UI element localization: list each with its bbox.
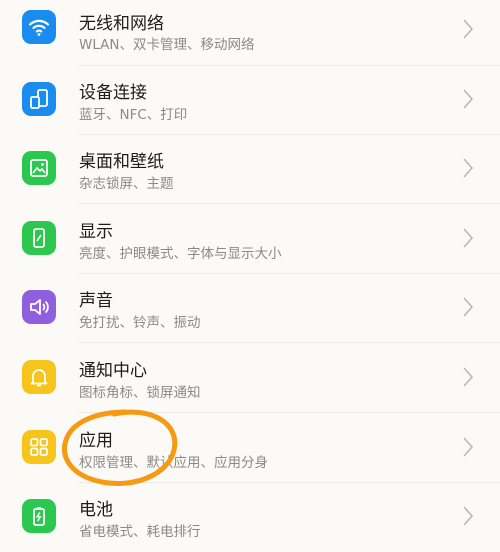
chevron-right-icon — [463, 367, 474, 387]
chevron-right-icon — [463, 437, 474, 457]
settings-item-title: 声音 — [79, 291, 113, 311]
settings-item-notification-center[interactable]: 通知中心 图标角标、锁屏通知 — [0, 346, 500, 412]
settings-item-title: 设备连接 — [79, 83, 147, 103]
settings-item-subtitle: 省电模式、耗电排行 — [79, 524, 201, 540]
chevron-right-icon — [463, 158, 474, 178]
apps-grid-icon — [22, 430, 56, 464]
settings-item-desktop-wallpaper[interactable]: 桌面和壁纸 杂志锁屏、主题 — [0, 137, 500, 203]
settings-item-display[interactable]: 显示 亮度、护眼模式、字体与显示大小 — [0, 207, 500, 273]
divider — [79, 342, 500, 343]
wifi-icon — [22, 10, 56, 44]
device-connection-icon — [22, 82, 56, 116]
divider — [79, 134, 500, 135]
settings-item-sound[interactable]: 声音 免打扰、铃声、振动 — [0, 276, 500, 342]
sound-icon — [22, 290, 56, 324]
settings-item-title: 桌面和壁纸 — [79, 152, 164, 172]
settings-item-title: 电池 — [79, 500, 113, 520]
settings-item-subtitle: 杂志锁屏、主题 — [79, 176, 174, 192]
chevron-right-icon — [463, 228, 474, 248]
bell-icon — [22, 360, 56, 394]
divider — [79, 273, 500, 274]
annotation-circle — [62, 409, 178, 486]
settings-item-subtitle: 亮度、护眼模式、字体与显示大小 — [79, 246, 282, 262]
chevron-right-icon — [463, 19, 474, 39]
settings-item-title: 无线和网络 — [79, 14, 164, 34]
battery-icon — [22, 499, 56, 533]
settings-item-title: 显示 — [79, 222, 113, 242]
settings-item-device-connection[interactable]: 设备连接 蓝牙、NFC、打印 — [0, 68, 500, 134]
wallpaper-icon — [22, 151, 56, 185]
display-icon — [22, 221, 56, 255]
settings-item-subtitle: 免打扰、铃声、振动 — [79, 315, 201, 331]
settings-item-title: 通知中心 — [79, 361, 147, 381]
chevron-right-icon — [463, 89, 474, 109]
settings-item-subtitle: WLAN、双卡管理、移动网络 — [79, 37, 255, 53]
settings-item-subtitle: 图标角标、锁屏通知 — [79, 385, 201, 401]
divider — [79, 203, 500, 204]
settings-item-wireless-network[interactable]: 无线和网络 WLAN、双卡管理、移动网络 — [0, 0, 500, 66]
settings-item-battery[interactable]: 电池 省电模式、耗电排行 — [0, 486, 500, 552]
chevron-right-icon — [463, 297, 474, 317]
settings-item-subtitle: 蓝牙、NFC、打印 — [79, 107, 188, 123]
divider — [79, 65, 500, 66]
